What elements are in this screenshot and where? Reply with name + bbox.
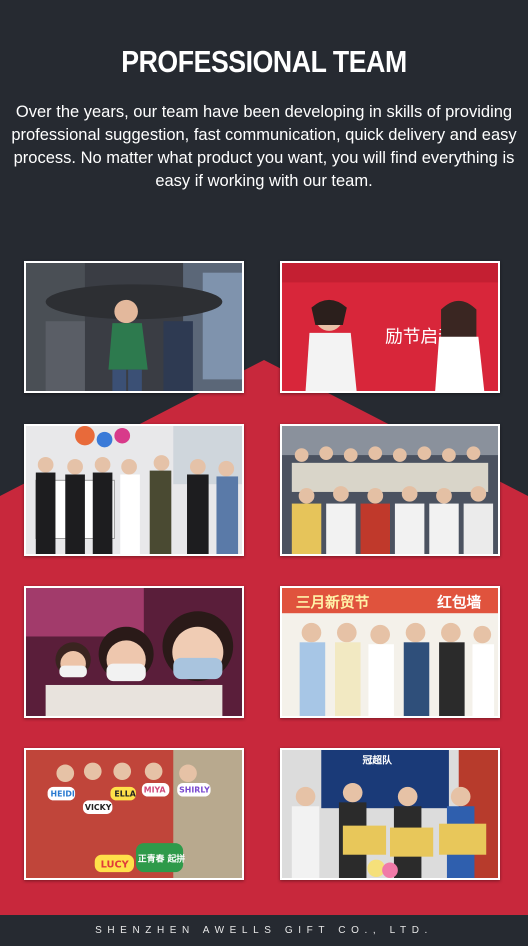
team-photo-group-masks [280, 424, 500, 556]
page-description: Over the years, our team have been devel… [11, 103, 517, 190]
prop-name-2: VICKY [85, 803, 112, 812]
prop-name-1: HEIDI [51, 790, 75, 799]
event-banner-right: 红包墙 [437, 593, 482, 611]
footer-company: SHENZHEN AWELLS GIFT CO., LTD. [0, 915, 528, 944]
team-photo-props: HEIDI VICKY ELLA MIYA SHIRLY LUCY 正青春 起拼 [24, 748, 244, 880]
team-photo-whiteboard: 励节启动 [280, 261, 500, 393]
page-title: PROFESSIONAL TEAM [121, 44, 407, 79]
event-banner-left: 三月新贸节 [296, 593, 370, 611]
prop-slogan: 正青春 起拼 [138, 853, 185, 865]
award-banner: 冠超队 [362, 754, 393, 767]
team-photo-selfie [24, 586, 244, 718]
team-photo-hands [24, 261, 244, 393]
team-photo-awards: 冠超队 [280, 748, 500, 880]
prop-name-6: LUCY [101, 859, 130, 870]
team-photo-event-wall: 三月新贸节 红包墙 [280, 586, 500, 718]
team-photo-drawings [24, 424, 244, 556]
prop-name-4: MIYA [144, 786, 166, 795]
prop-name-5: SHIRLY [179, 786, 210, 795]
prop-name-3: ELLA [114, 790, 135, 799]
